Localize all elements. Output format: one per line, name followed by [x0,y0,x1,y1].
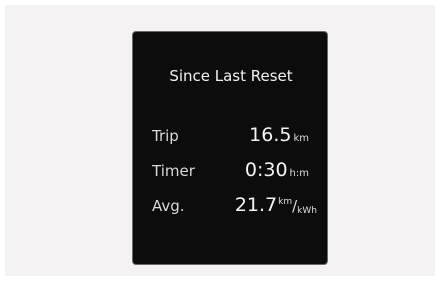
timer-unit: h:m [289,168,309,179]
timer-label: Timer [152,162,195,180]
display-title: Since Last Reset [169,67,293,85]
timer-value-group: 0:30 h:m [245,159,309,181]
avg-value-group: 21.7km/kWh [235,194,317,216]
avg-unit-numerator: km [278,197,293,207]
trip-value: 16.5 [249,124,292,146]
avg-value: 21.7 [234,194,278,216]
avg-unit-denominator: kWh [297,206,317,216]
trip-label: Trip [152,127,179,145]
avg-row: Avg. 21.7km/kWh [133,194,329,218]
avg-label: Avg. [152,197,185,215]
trip-unit: km [293,133,309,144]
page-background: Since Last Reset Trip 16.5 km Timer 0:30 h… [5,5,435,276]
trip-row: Trip 16.5 km [133,124,329,148]
timer-row: Timer 0:30 h:m [133,159,329,183]
trip-value-group: 16.5 km [249,124,309,146]
trip-info-display: Since Last Reset Trip 16.5 km Timer 0:30 h… [132,31,328,265]
timer-value: 0:30 [244,159,288,181]
